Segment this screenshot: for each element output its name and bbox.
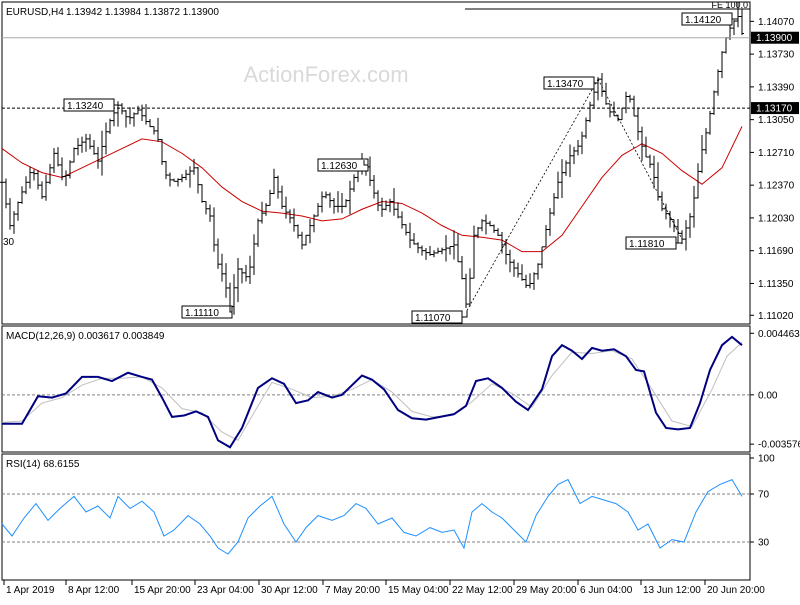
price-tick-label: 1.12710 [758,148,795,159]
swing-annotation-label: 1.11810 [629,239,665,250]
price-tick-label: 1.12370 [758,181,795,192]
x-tick-label: 6 Jun 04:00 [580,585,633,596]
price-tick-label: 1.12030 [758,213,795,224]
rsi-title: RSI(14) 68.6155 [6,459,80,470]
current-price-label-text: 1.13900 [756,33,793,44]
x-tick-label: 30 Apr 12:00 [261,585,318,596]
swing-annotation-label: 1.13240 [67,101,104,112]
current-price-label: 1.13900 [751,31,799,44]
level-price-label-text: 1.13170 [756,104,793,115]
chart-window: ActionForex.com EURUSD,H4 1.13942 1.1398… [0,0,800,600]
price-tick-label: 1.13390 [758,82,795,93]
swing-annotation-label: 1.11070 [415,313,451,324]
rsi-tick-label: 100 [758,454,775,465]
level-price-label: 1.13170 [751,102,799,115]
watermark: ActionForex.com [243,62,408,87]
rsi-tick-label: 70 [758,490,770,501]
swing-annotation: 1.14120 [681,12,739,26]
price-tick-label: 1.11350 [758,279,794,290]
swing-annotation: 1.11110 [181,305,233,319]
macd-title: MACD(12,26,9) 0.003617 0.003849 [6,331,165,342]
swing-annotation-label: 1.11110 [185,308,219,319]
swing-annotation-label: 1.12630 [321,161,358,172]
swing-annotation-label: 1.14120 [685,15,722,26]
ohlc-values: 1.13942 1.13984 1.13872 1.13900 [66,7,219,18]
price-tick-label: 1.13730 [758,50,795,61]
rsi-tick-label: 30 [758,538,770,549]
x-tick-label: 7 May 20:00 [325,585,380,596]
x-tick-label: 15 Apr 20:00 [134,585,191,596]
x-tick-label: 23 Apr 04:00 [197,585,254,596]
symbol-timeframe: EURUSD,H4 [6,7,64,18]
swing-annotation: 1.11810 [625,236,683,250]
price-tick-label: 1.13050 [758,115,795,126]
swing-annotation: 1.11070 [411,310,468,324]
x-tick-label: 1 Apr 2019 [6,585,55,596]
swing-annotation: 1.13240 [63,98,119,112]
x-tick-label: 15 May 04:00 [388,585,449,596]
macd-tick-label: -0.003576 [758,440,800,451]
swing-annotation-label: 1.13470 [547,79,584,90]
x-tick-label: 29 May 20:00 [516,585,577,596]
fe-label: FE 100.0 [711,0,748,10]
x-tick-label: 13 Jun 12:00 [643,585,701,596]
x-tick-label: 22 May 12:00 [452,585,513,596]
price-tick-label: 1.11690 [758,246,794,257]
price-tick-label: 1.11020 [758,311,794,322]
swing-annotation: 1.13470 [543,76,599,90]
chart-canvas: ActionForex.com EURUSD,H4 1.13942 1.1398… [0,0,800,600]
macd-tick-label: 0.00 [758,390,778,401]
price-tick-label: 1.14070 [758,17,795,28]
macd-tick-label: 0.004463 [758,329,800,340]
left-edge-label: 30 [3,237,15,248]
x-tick-label: 8 Apr 12:00 [68,585,120,596]
x-tick-label: 20 Jun 20:00 [707,585,765,596]
swing-annotation: 1.12630 [317,158,369,172]
